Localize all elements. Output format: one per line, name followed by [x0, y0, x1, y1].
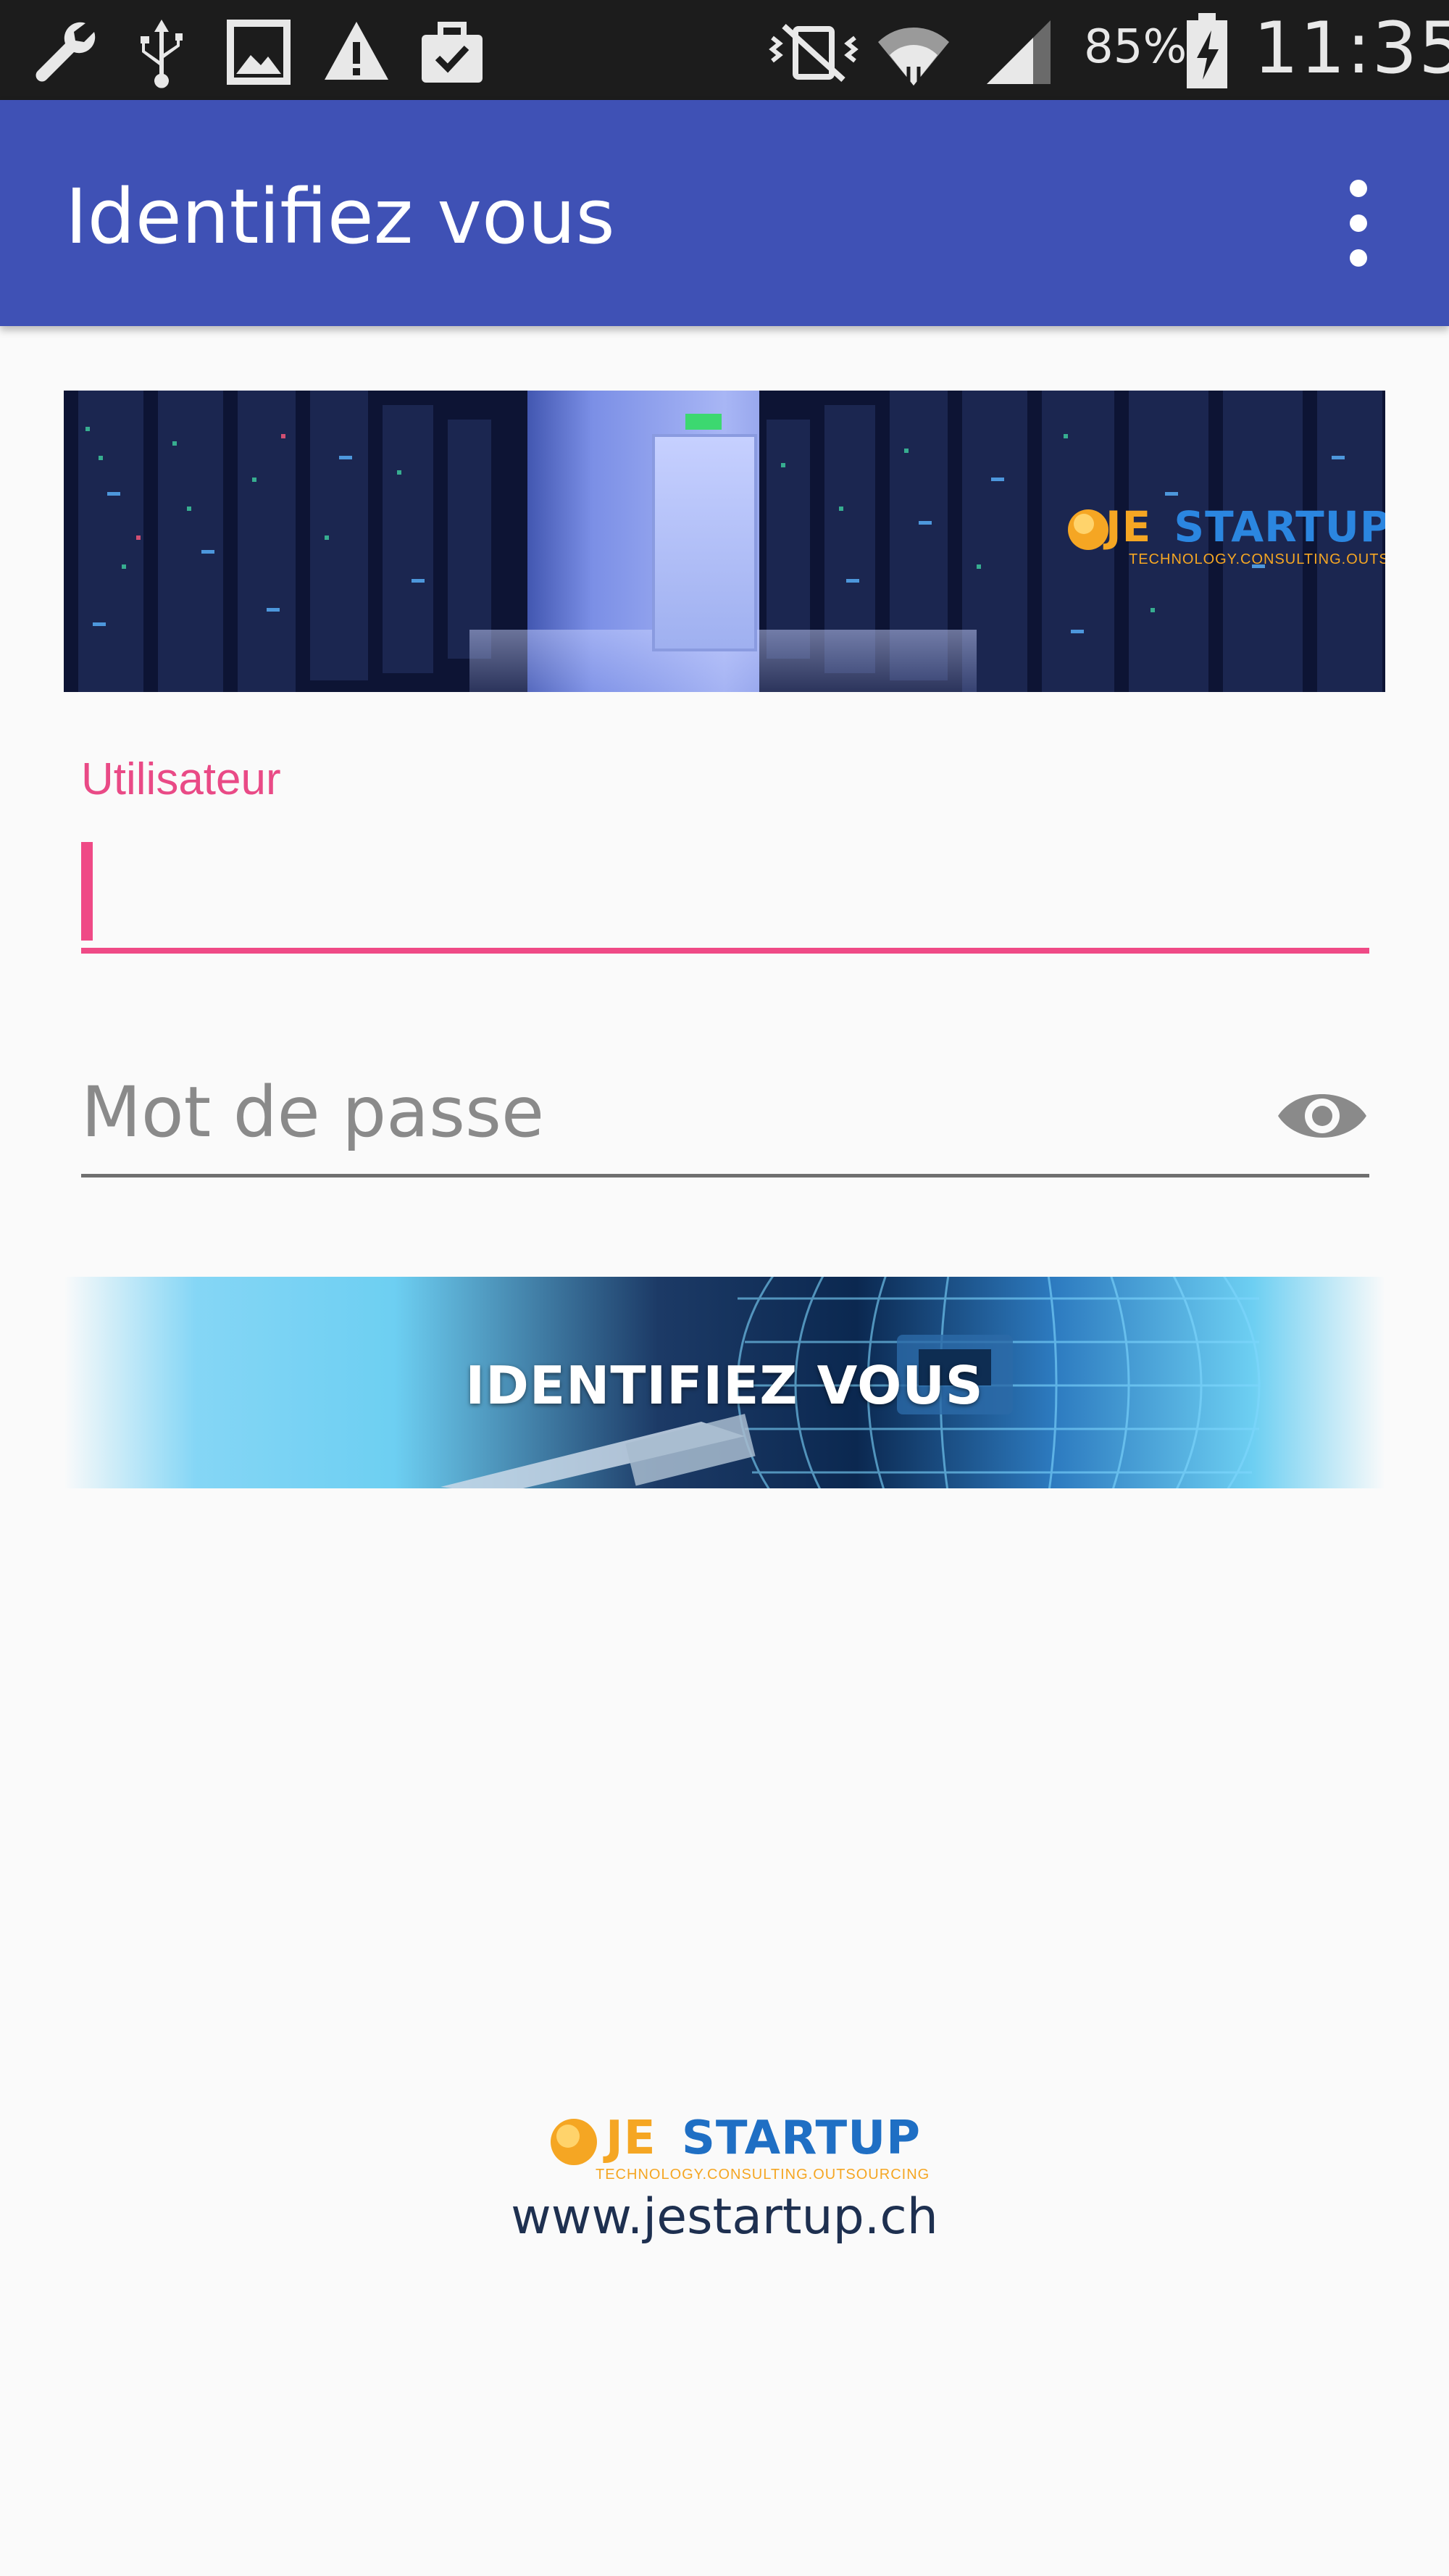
signal-icon	[987, 20, 1051, 84]
banner-logo-je: JE	[1106, 502, 1152, 551]
app-bar: Identifiez vous	[0, 100, 1449, 326]
footer-website-link[interactable]: www.jestartup.ch	[0, 2188, 1449, 2246]
clock: 11:35	[1253, 7, 1449, 90]
warning-icon	[325, 22, 388, 80]
status-bar: 85% 11:35	[0, 0, 1449, 100]
sun-logo-icon	[551, 2119, 597, 2165]
banner-logo-tagline: TECHNOLOGY.CONSULTING.OUTSOURCING	[1129, 551, 1385, 567]
footer-logo: JE STARTUP TECHNOLOGY.CONSULTING.OUTSOUR…	[545, 2112, 929, 2185]
text-cursor	[81, 842, 93, 941]
dot	[1350, 249, 1367, 267]
login-button[interactable]: IDENTIFIEZ VOUS	[64, 1277, 1385, 1488]
banner-logo-word: JE STARTUP	[1062, 502, 1385, 551]
wifi-icon	[878, 27, 949, 88]
password-input[interactable]	[81, 1062, 1240, 1163]
footer-logo-je: JE	[606, 2112, 656, 2165]
server-rack-left	[64, 391, 527, 692]
corridor-door	[652, 434, 757, 651]
username-label: Utilisateur	[81, 754, 281, 804]
footer-logo-startup: STARTUP	[681, 2112, 922, 2165]
header-banner-image: JE STARTUP TECHNOLOGY.CONSULTING.OUTSOUR…	[64, 391, 1385, 692]
password-underline	[81, 1174, 1369, 1177]
dot	[1350, 180, 1367, 197]
username-input[interactable]	[81, 833, 1369, 949]
vibrate-icon	[769, 24, 859, 82]
page-title: Identifiez vous	[65, 172, 615, 261]
briefcase-check-icon	[422, 22, 483, 83]
battery-charging-icon	[1187, 13, 1227, 88]
username-underline	[81, 948, 1369, 954]
footer-logo-tagline: TECHNOLOGY.CONSULTING.OUTSOURCING	[596, 2167, 930, 2183]
login-screen: 85% 11:35 Identifiez vous JE STARTUP TEC…	[0, 0, 1449, 2576]
exit-sign	[685, 414, 722, 430]
footer-logo-word: JE STARTUP	[606, 2112, 921, 2165]
login-button-label: IDENTIFIEZ VOUS	[465, 1355, 984, 1416]
banner-logo-startup: STARTUP	[1174, 502, 1385, 551]
battery-percent: 85%	[1084, 20, 1187, 74]
more-vertical-icon[interactable]	[1333, 180, 1384, 267]
wrench-icon	[36, 22, 96, 82]
dot	[1350, 214, 1367, 232]
eye-icon[interactable]	[1275, 1080, 1369, 1152]
image-icon	[227, 20, 291, 85]
usb-icon	[141, 20, 183, 88]
